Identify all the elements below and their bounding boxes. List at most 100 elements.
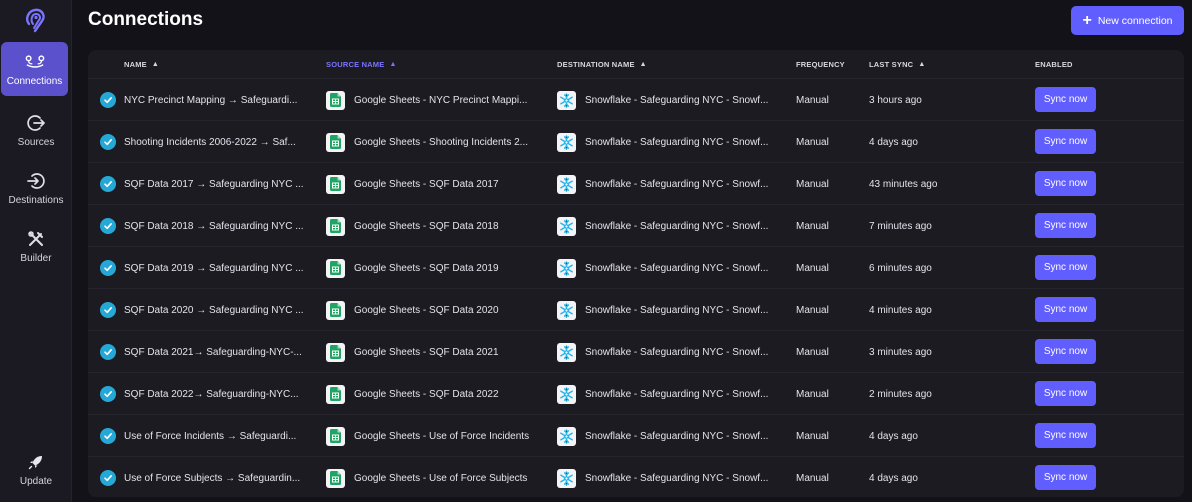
connection-name[interactable]: SQF Data 2019 → Safeguarding NYC ...	[124, 247, 314, 289]
sync-now-button[interactable]: Sync now	[1035, 255, 1096, 280]
last-sync: 2 minutes ago	[869, 388, 932, 400]
sidebar-item-builder[interactable]: Builder	[0, 219, 72, 273]
sync-now-button[interactable]: Sync now	[1035, 297, 1096, 322]
new-connection-button[interactable]: + New connection	[1071, 6, 1184, 35]
source-cell[interactable]: Google Sheets - SQF Data 2019	[326, 247, 546, 289]
sync-now-button[interactable]: Sync now	[1035, 423, 1096, 448]
sync-now-button[interactable]: Sync now	[1035, 213, 1096, 238]
table-row[interactable]: SQF Data 2021→ Safeguarding-NYC-... Googl…	[88, 330, 1184, 372]
table-row[interactable]: SQF Data 2018 → Safeguarding NYC ... Goog…	[88, 204, 1184, 246]
destination-cell[interactable]: Snowflake - Safeguarding NYC - Snowf...	[557, 373, 787, 415]
snowflake-icon	[557, 384, 576, 404]
table-row[interactable]: Use of Force Subjects → Safeguardin... Go…	[88, 456, 1184, 497]
column-header-frequency[interactable]: FREQUENCY	[796, 60, 845, 69]
connection-name[interactable]: Use of Force Subjects → Safeguardin...	[124, 457, 314, 497]
source-name: Google Sheets - NYC Precinct Mappi...	[354, 94, 528, 106]
table-header: NAME ▲ SOURCE NAME ▲ DESTINATION NAME ▲ …	[88, 50, 1184, 78]
destinations-icon	[26, 171, 46, 191]
table-row[interactable]: NYC Precinct Mapping → Safeguardi... Goog…	[88, 78, 1184, 120]
connection-name[interactable]: SQF Data 2018 → Safeguarding NYC ...	[124, 205, 314, 247]
frequency: Manual	[796, 472, 829, 484]
snowflake-icon	[557, 300, 576, 320]
google-sheets-icon	[326, 216, 345, 236]
connection-name[interactable]: NYC Precinct Mapping → Safeguardi...	[124, 79, 314, 121]
sidebar-item-label: Sources	[17, 136, 55, 148]
column-header-name[interactable]: NAME ▲	[124, 60, 159, 69]
column-header-source[interactable]: SOURCE NAME ▲	[326, 60, 397, 69]
table-row[interactable]: SQF Data 2022→ Safeguarding-NYC... Google…	[88, 372, 1184, 414]
destination-cell[interactable]: Snowflake - Safeguarding NYC - Snowf...	[557, 205, 787, 247]
column-header-enabled: ENABLED	[1035, 60, 1073, 69]
sync-now-button[interactable]: Sync now	[1035, 129, 1096, 154]
source-cell[interactable]: Google Sheets - SQF Data 2021	[326, 331, 546, 373]
destination-cell[interactable]: Snowflake - Safeguarding NYC - Snowf...	[557, 289, 787, 331]
destination-name: Snowflake - Safeguarding NYC - Snowf...	[585, 472, 769, 484]
snowflake-icon	[557, 468, 576, 488]
google-sheets-icon	[326, 384, 345, 404]
destination-cell[interactable]: Snowflake - Safeguarding NYC - Snowf...	[557, 415, 787, 457]
sidebar-item-connections[interactable]: Connections	[1, 42, 68, 96]
google-sheets-icon	[326, 90, 345, 110]
source-cell[interactable]: Google Sheets - SQF Data 2018	[326, 205, 546, 247]
source-cell[interactable]: Google Sheets - SQF Data 2017	[326, 163, 546, 205]
last-sync: 3 minutes ago	[869, 346, 932, 358]
source-name: Google Sheets - SQF Data 2019	[354, 262, 499, 274]
connection-name[interactable]: SQF Data 2020 → Safeguarding NYC ...	[124, 289, 314, 331]
source-cell[interactable]: Google Sheets - NYC Precinct Mappi...	[326, 79, 546, 121]
table-row[interactable]: SQF Data 2020 → Safeguarding NYC ... Goog…	[88, 288, 1184, 330]
source-cell[interactable]: Google Sheets - Use of Force Incidents	[326, 415, 546, 457]
table-row[interactable]: SQF Data 2017 → Safeguarding NYC ... Goog…	[88, 162, 1184, 204]
connection-name[interactable]: Use of Force Incidents → Safeguardi...	[124, 415, 314, 457]
table-row[interactable]: Use of Force Incidents → Safeguardi... Go…	[88, 414, 1184, 456]
sync-now-button[interactable]: Sync now	[1035, 465, 1096, 490]
status-check-icon	[100, 260, 116, 276]
sync-now-button[interactable]: Sync now	[1035, 171, 1096, 196]
source-cell[interactable]: Google Sheets - Shooting Incidents 2...	[326, 121, 546, 163]
source-name: Google Sheets - SQF Data 2018	[354, 220, 499, 232]
destination-name: Snowflake - Safeguarding NYC - Snowf...	[585, 262, 769, 274]
source-cell[interactable]: Google Sheets - SQF Data 2022	[326, 373, 546, 415]
connection-name[interactable]: SQF Data 2022→ Safeguarding-NYC...	[124, 373, 314, 415]
destination-name: Snowflake - Safeguarding NYC - Snowf...	[585, 304, 769, 316]
snowflake-icon	[557, 426, 576, 446]
source-cell[interactable]: Google Sheets - SQF Data 2020	[326, 289, 546, 331]
column-header-label: NAME	[124, 60, 147, 69]
last-sync: 43 minutes ago	[869, 178, 938, 190]
source-name: Google Sheets - SQF Data 2021	[354, 346, 499, 358]
source-name: Google Sheets - SQF Data 2017	[354, 178, 499, 190]
sync-now-button[interactable]: Sync now	[1035, 87, 1096, 112]
destination-name: Snowflake - Safeguarding NYC - Snowf...	[585, 178, 769, 190]
page-title: Connections	[88, 9, 204, 30]
table-row[interactable]: SQF Data 2019 → Safeguarding NYC ... Goog…	[88, 246, 1184, 288]
destination-cell[interactable]: Snowflake - Safeguarding NYC - Snowf...	[557, 121, 787, 163]
column-header-destination[interactable]: DESTINATION NAME ▲	[557, 60, 647, 69]
sync-now-button[interactable]: Sync now	[1035, 381, 1096, 406]
column-header-last-sync[interactable]: LAST SYNC ▲	[869, 60, 925, 69]
sidebar-item-destinations[interactable]: Destinations	[0, 161, 72, 215]
airbyte-logo-icon[interactable]	[22, 7, 48, 33]
sync-now-button[interactable]: Sync now	[1035, 339, 1096, 364]
google-sheets-icon	[326, 342, 345, 362]
destination-name: Snowflake - Safeguarding NYC - Snowf...	[585, 430, 769, 442]
status-check-icon	[100, 428, 116, 444]
destination-cell[interactable]: Snowflake - Safeguarding NYC - Snowf...	[557, 247, 787, 289]
destination-cell[interactable]: Snowflake - Safeguarding NYC - Snowf...	[557, 457, 787, 497]
connection-name[interactable]: SQF Data 2021→ Safeguarding-NYC-...	[124, 331, 314, 373]
sidebar-item-label: Destinations	[8, 194, 64, 206]
snowflake-icon	[557, 132, 576, 152]
destination-cell[interactable]: Snowflake - Safeguarding NYC - Snowf...	[557, 331, 787, 373]
column-header-label: ENABLED	[1035, 60, 1073, 69]
connection-name[interactable]: Shooting Incidents 2006-2022 → Saf...	[124, 121, 314, 163]
status-check-icon	[100, 218, 116, 234]
sidebar-item-update[interactable]: Update	[0, 442, 72, 496]
sources-icon	[26, 113, 46, 133]
source-cell[interactable]: Google Sheets - Use of Force Subjects	[326, 457, 546, 497]
destination-cell[interactable]: Snowflake - Safeguarding NYC - Snowf...	[557, 163, 787, 205]
sidebar-item-sources[interactable]: Sources	[0, 103, 72, 157]
table-row[interactable]: Shooting Incidents 2006-2022 → Saf... Goo…	[88, 120, 1184, 162]
frequency: Manual	[796, 178, 829, 190]
status-check-icon	[100, 92, 116, 108]
snowflake-icon	[557, 342, 576, 362]
destination-cell[interactable]: Snowflake - Safeguarding NYC - Snowf...	[557, 79, 787, 121]
connection-name[interactable]: SQF Data 2017 → Safeguarding NYC ...	[124, 163, 314, 205]
